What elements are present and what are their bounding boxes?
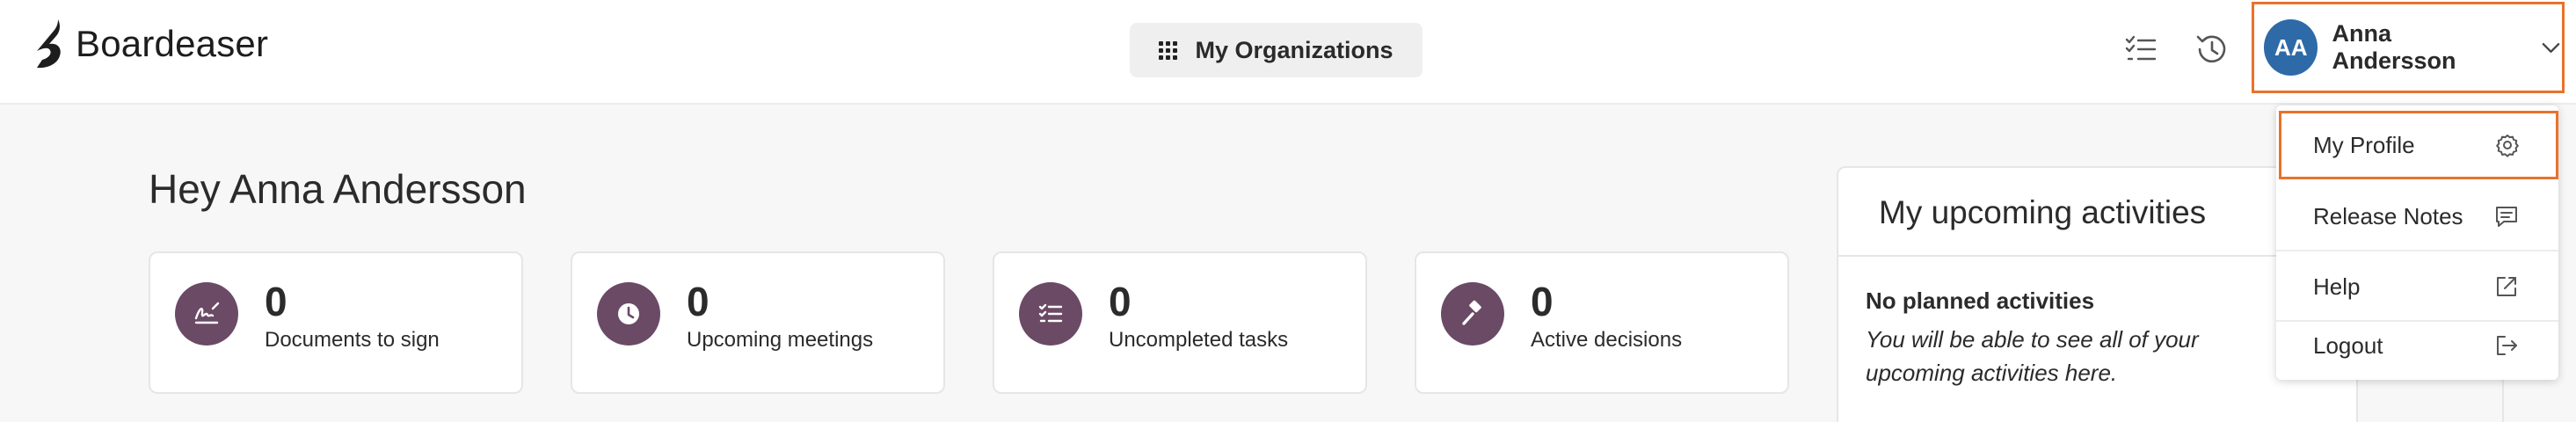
gear-icon: [2494, 132, 2521, 158]
tasks-label: Uncompleted tasks: [1109, 328, 1289, 352]
logo-text: Boardeaser: [76, 23, 269, 64]
documents-to-sign-card[interactable]: 0 Documents to sign: [149, 251, 523, 394]
gavel-icon: [1441, 282, 1504, 346]
grid-icon: [1159, 40, 1178, 60]
documents-label: Documents to sign: [265, 328, 440, 352]
tasks-checklist-icon[interactable]: [2123, 32, 2158, 67]
chevron-down-icon: [2542, 43, 2560, 53]
external-link-icon: [2493, 273, 2520, 300]
menu-item-label: Logout: [2313, 331, 2383, 359]
decisions-count: 0: [1531, 279, 1554, 324]
user-menu-button[interactable]: AA Anna Andersson: [2252, 2, 2565, 93]
tasks-count: 0: [1109, 279, 1132, 324]
page-greeting: Hey Anna Andersson: [149, 166, 527, 212]
signature-icon: [175, 282, 238, 346]
avatar: AA: [2264, 19, 2318, 76]
my-organizations-label: My Organizations: [1195, 36, 1394, 63]
my-organizations-button[interactable]: My Organizations: [1130, 23, 1423, 77]
activities-title: My upcoming activities: [1879, 194, 2207, 230]
top-navigation-bar: Boardeaser My Organizations AA Anna Ande…: [0, 0, 2576, 105]
active-decisions-card[interactable]: 0 Active decisions: [1415, 251, 1789, 394]
clock-icon: [597, 282, 660, 346]
meetings-count: 0: [687, 279, 709, 324]
activities-empty-description: You will be able to see all of your upco…: [1866, 326, 2199, 386]
menu-item-release-notes[interactable]: Release Notes: [2276, 183, 2558, 251]
menu-item-label: Release Notes: [2313, 202, 2463, 229]
meetings-label: Upcoming meetings: [687, 328, 874, 352]
menu-item-logout[interactable]: Logout: [2276, 311, 2558, 380]
logout-icon: [2493, 332, 2520, 359]
menu-item-my-profile[interactable]: My Profile: [2279, 111, 2558, 179]
boardeaser-logo[interactable]: Boardeaser: [32, 18, 268, 70]
checklist-icon: [1019, 282, 1082, 346]
history-icon[interactable]: [2194, 32, 2229, 67]
documents-count: 0: [265, 279, 287, 324]
activities-empty-title: No planned activities: [1866, 287, 2095, 314]
logo-mark-icon: [37, 19, 61, 69]
menu-item-label: My Profile: [2313, 131, 2415, 158]
message-icon: [2493, 203, 2520, 229]
user-dropdown-menu: My Profile Release Notes Help Logout: [2276, 106, 2558, 380]
uncompleted-tasks-card[interactable]: 0 Uncompleted tasks: [993, 251, 1367, 394]
menu-item-label: Help: [2313, 273, 2361, 300]
upcoming-meetings-card[interactable]: 0 Upcoming meetings: [571, 251, 945, 394]
decisions-label: Active decisions: [1531, 328, 1683, 352]
user-name: Anna Andersson: [2332, 20, 2456, 74]
